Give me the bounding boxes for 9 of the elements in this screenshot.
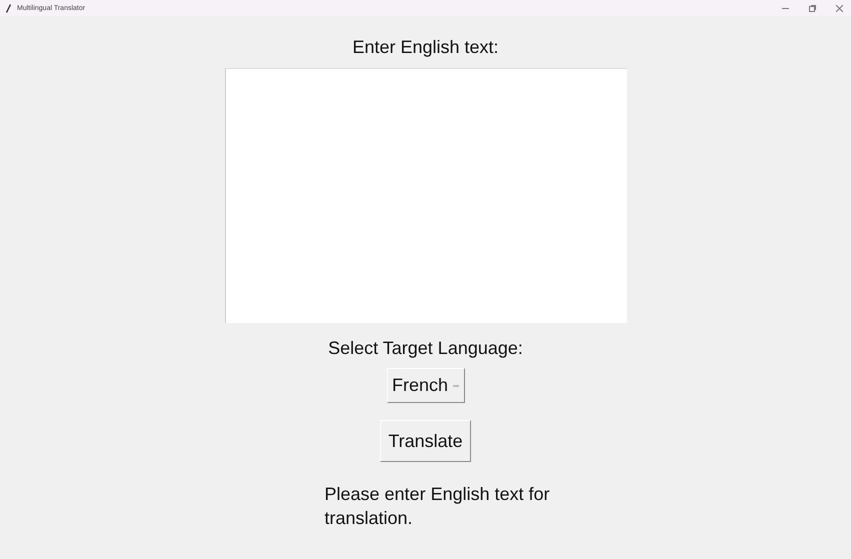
text-input-field[interactable] <box>224 68 626 323</box>
translate-button[interactable]: Translate <box>380 420 471 462</box>
status-message: Please enter English text for translation. <box>324 483 551 530</box>
input-label: Enter English text: <box>352 36 499 58</box>
feather-icon <box>6 4 11 12</box>
language-dropdown[interactable]: French <box>386 368 464 403</box>
restore-icon[interactable] <box>809 4 816 12</box>
close-icon[interactable] <box>836 4 843 12</box>
language-label: Select Target Language: <box>328 337 523 359</box>
